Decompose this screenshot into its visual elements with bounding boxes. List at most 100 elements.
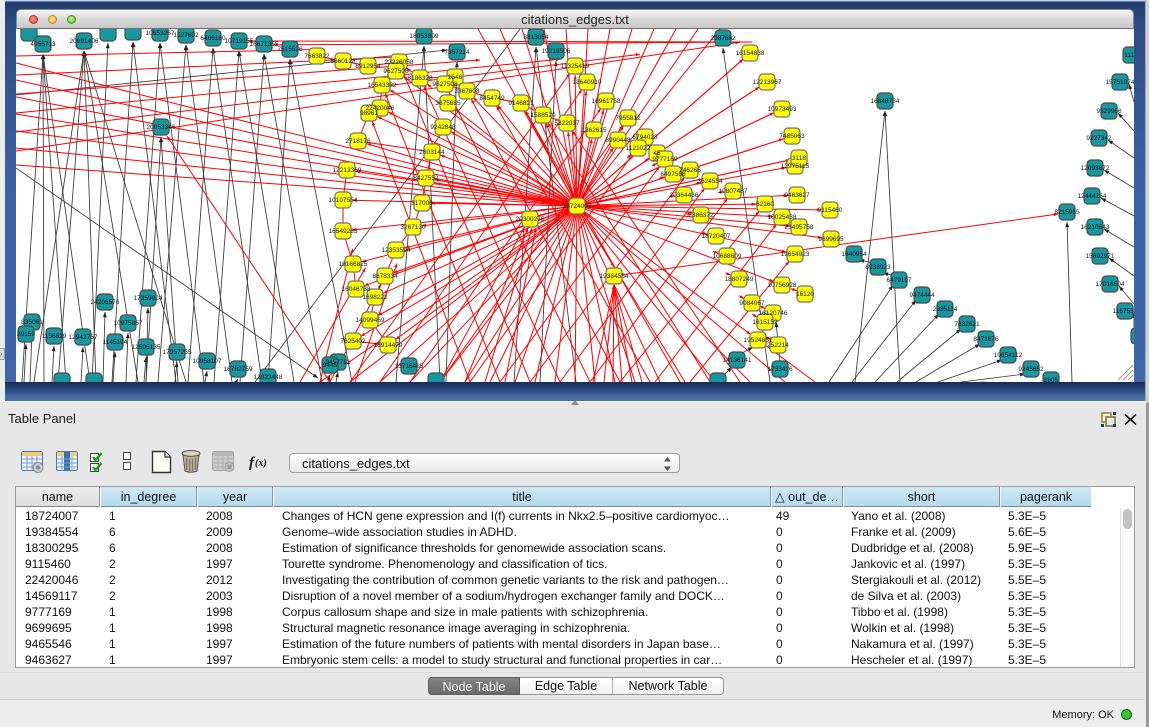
svg-text:39159: 39159 <box>17 331 35 338</box>
svg-text:16543382: 16543382 <box>368 82 397 89</box>
svg-text:20053346: 20053346 <box>147 124 176 131</box>
svg-text:16046788: 16046788 <box>342 286 371 293</box>
svg-text:20364436: 20364436 <box>670 192 699 199</box>
svg-text:7515526: 7515526 <box>277 46 303 53</box>
svg-text:6497568: 6497568 <box>660 171 686 178</box>
svg-text:12444154: 12444154 <box>1078 193 1107 200</box>
svg-text:15692971: 15692971 <box>1086 253 1115 260</box>
svg-text:1698222: 1698222 <box>362 294 388 301</box>
svg-text:7357224: 7357224 <box>444 49 470 56</box>
svg-text:17359924: 17359924 <box>134 295 163 302</box>
svg-text:14099469: 14099469 <box>356 317 385 324</box>
svg-text:10973493: 10973493 <box>768 106 797 113</box>
svg-text:16154838: 16154838 <box>736 50 765 57</box>
svg-text:6479197: 6479197 <box>886 277 912 284</box>
svg-text:1156829: 1156829 <box>42 333 67 340</box>
svg-text:8660128: 8660128 <box>330 58 356 65</box>
svg-text:3118: 3118 <box>792 155 806 162</box>
svg-text:9474444: 9474444 <box>909 292 935 299</box>
svg-text:3675685: 3675685 <box>435 100 461 107</box>
svg-text:9463627: 9463627 <box>784 192 810 199</box>
svg-text:17016504: 17016504 <box>1096 281 1125 288</box>
svg-text:10107554: 10107554 <box>329 197 358 204</box>
svg-text:9146821: 9146821 <box>508 100 534 107</box>
svg-text:10654112: 10654112 <box>994 352 1023 359</box>
svg-text:16210643: 16210643 <box>1081 224 1110 231</box>
svg-text:9627506: 9627506 <box>383 68 409 75</box>
svg-text:62160: 62160 <box>756 201 774 208</box>
svg-text:18640910: 18640910 <box>573 79 602 86</box>
svg-text:4055713: 4055713 <box>30 41 56 48</box>
svg-text:7386372: 7386372 <box>688 212 714 219</box>
svg-text:8805: 8805 <box>1044 377 1059 382</box>
svg-text:8454749: 8454749 <box>479 95 505 102</box>
svg-text:16120746: 16120746 <box>759 310 788 317</box>
svg-text:23495758: 23495758 <box>785 224 814 231</box>
svg-text:11325419: 11325419 <box>561 63 590 70</box>
svg-text:18807249: 18807249 <box>725 276 754 283</box>
svg-text:16961758: 16961758 <box>592 98 621 105</box>
svg-text:2803144: 2803144 <box>419 149 445 156</box>
svg-text:10688609: 10688609 <box>713 253 742 260</box>
svg-text:(x): (x) <box>255 458 267 469</box>
svg-text:9242848: 9242848 <box>430 124 456 131</box>
svg-text:23226058: 23226058 <box>385 59 414 66</box>
svg-text:1615152: 1615152 <box>752 319 778 326</box>
svg-text:8186328: 8186328 <box>407 75 433 82</box>
svg-text:20300275: 20300275 <box>516 216 545 223</box>
svg-text:1733426: 1733426 <box>767 366 793 373</box>
svg-text:8471676: 8471676 <box>973 336 999 343</box>
svg-text:252214: 252214 <box>767 342 789 349</box>
svg-text:7663822: 7663822 <box>304 53 330 60</box>
svg-text:8990448: 8990448 <box>605 137 631 144</box>
svg-text:8427552: 8427552 <box>413 175 439 182</box>
svg-text:1527602: 1527602 <box>173 32 199 39</box>
svg-text:7955812: 7955812 <box>615 115 641 122</box>
svg-text:3624554: 3624554 <box>697 178 723 185</box>
svg-text:12923448: 12923448 <box>254 374 283 381</box>
svg-text:1362615: 1362615 <box>581 127 607 134</box>
svg-text:10653267: 10653267 <box>146 30 175 37</box>
svg-text:5322037: 5322037 <box>554 120 580 127</box>
svg-text:317006: 317006 <box>411 200 433 207</box>
svg-text:1546: 1546 <box>448 74 463 81</box>
svg-text:16648784: 16648784 <box>871 98 900 105</box>
svg-text:2718176: 2718176 <box>345 138 371 145</box>
svg-text:9777169: 9777169 <box>652 156 678 163</box>
svg-text:12213369: 12213369 <box>333 167 362 174</box>
svg-text:1112: 1112 <box>1124 52 1134 59</box>
svg-text:20691406: 20691406 <box>70 38 99 45</box>
svg-text:10807487: 10807487 <box>719 188 748 195</box>
svg-text:7632621: 7632621 <box>954 321 980 328</box>
svg-text:12505135: 12505135 <box>132 344 161 351</box>
svg-text:10756928: 10756928 <box>768 282 797 289</box>
svg-text:1640954: 1640954 <box>841 251 867 258</box>
svg-text:12975115: 12975115 <box>781 163 810 170</box>
svg-text:10958107: 10958107 <box>193 358 222 365</box>
svg-text:2367608: 2367608 <box>454 88 480 95</box>
svg-text:2087682: 2087682 <box>710 35 736 42</box>
svg-text:12353594: 12353594 <box>382 247 411 254</box>
svg-text:1588520: 1588520 <box>530 112 556 119</box>
svg-text:9627508: 9627508 <box>432 81 458 88</box>
svg-text:835061: 835061 <box>21 319 43 326</box>
svg-text:13716485: 13716485 <box>395 363 424 370</box>
svg-text:8912954: 8912954 <box>355 63 381 70</box>
svg-text:7485063: 7485063 <box>779 133 805 140</box>
svg-text:14136141: 14136141 <box>723 357 752 364</box>
svg-text:9699695: 9699695 <box>818 236 844 243</box>
svg-text:6794028: 6794028 <box>632 134 658 141</box>
svg-text:9227342: 9227342 <box>1086 135 1112 142</box>
svg-text:3267130: 3267130 <box>400 224 426 231</box>
svg-text:12093872: 12093872 <box>1081 165 1110 172</box>
svg-text:16914479: 16914479 <box>374 342 403 349</box>
svg-text:15751074: 15751074 <box>1106 79 1134 86</box>
svg-text:9115460: 9115460 <box>818 207 843 214</box>
svg-text:1121022: 1121022 <box>626 145 651 152</box>
svg-text:98961: 98961 <box>360 110 378 117</box>
svg-text:10975867: 10975867 <box>114 320 143 327</box>
svg-text:12213967: 12213967 <box>753 79 782 86</box>
svg-text:8215955: 8215955 <box>1054 209 1080 216</box>
svg-text:2935114: 2935114 <box>933 306 958 313</box>
svg-text:16120: 16120 <box>796 291 814 298</box>
